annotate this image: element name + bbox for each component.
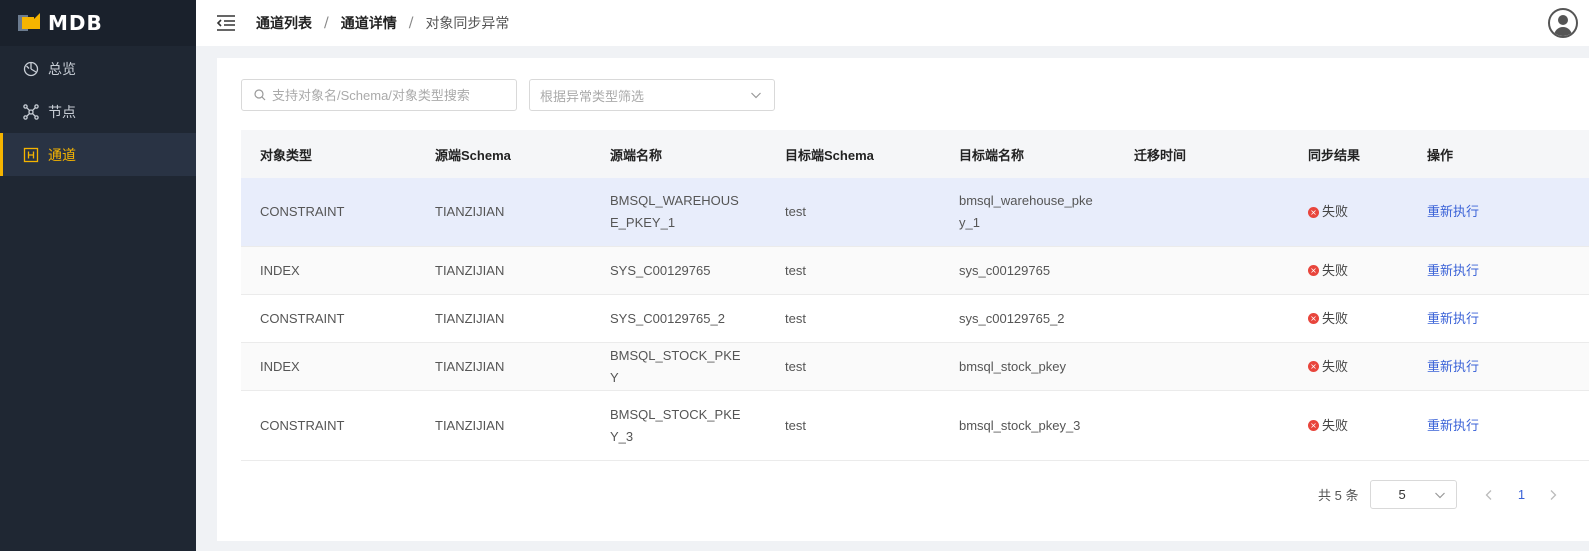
cell-source-schema: TIANZIJIAN — [435, 204, 505, 219]
channel-icon — [22, 146, 40, 164]
table-header: 对象类型 源端Schema 源端名称 目标端Schema 目标端名称 迁移时间 … — [241, 130, 1589, 178]
table-row[interactable]: CONSTRAINT TIANZIJIAN SYS_C00129765_2 te… — [241, 295, 1589, 343]
table-row[interactable]: CONSTRAINT TIANZIJIAN BMSQL_STOCK_PKEY_3… — [241, 391, 1589, 461]
cell-source-name: BMSQL_STOCK_PKEY_3 — [610, 406, 741, 444]
table-row[interactable]: INDEX TIANZIJIAN SYS_C00129765 test sys_… — [241, 247, 1589, 295]
sync-result-text: 失败 — [1322, 204, 1349, 219]
error-icon: × — [1308, 265, 1319, 276]
table-row[interactable]: INDEX TIANZIJIAN BMSQL_STOCK_PKEY test b… — [241, 343, 1589, 391]
breadcrumb-separator: / — [324, 15, 329, 31]
pagination: 共 5 条 5 1 — [1318, 480, 1563, 509]
cell-target-name: bmsql_warehouse_pkey_1 — [959, 193, 1093, 230]
cell-target-schema: test — [785, 262, 806, 278]
sync-exception-table: 对象类型 源端Schema 源端名称 目标端Schema 目标端名称 迁移时间 … — [241, 130, 1589, 461]
cell-target-schema: test — [785, 358, 806, 374]
sync-result-text: 失败 — [1322, 358, 1349, 374]
cell-source-name: BMSQL_WAREHOUSE_PKEY_1 — [610, 193, 739, 230]
column-header: 源端Schema — [435, 147, 511, 163]
cell-source-name: BMSQL_STOCK_PKEY — [610, 347, 741, 385]
chevron-down-icon — [750, 89, 762, 105]
cell-target-name: sys_c00129765 — [959, 262, 1051, 278]
sync-result-text: 失败 — [1322, 417, 1349, 433]
page-number[interactable]: 1 — [1509, 487, 1533, 502]
cell-source-schema: TIANZIJIAN — [435, 417, 505, 433]
sidebar-item-label: 通道 — [48, 147, 76, 164]
column-header: 同步结果 — [1308, 147, 1361, 163]
breadcrumb-current: 对象同步异常 — [425, 16, 510, 32]
sidebar-item-channel[interactable]: 通道 — [0, 133, 196, 176]
cell-target-schema: test — [785, 204, 806, 219]
logo-text: MDB — [48, 11, 103, 35]
column-header: 目标端名称 — [959, 147, 1025, 163]
error-icon: × — [1308, 361, 1319, 372]
cell-target-schema: test — [785, 310, 806, 326]
cell-target-schema: test — [785, 417, 806, 433]
exception-type-select[interactable]: 根据异常类型筛选 — [529, 79, 775, 111]
cell-sync-result: × 失败 — [1289, 260, 1408, 282]
next-page-icon[interactable] — [1543, 489, 1563, 501]
cell-object-type: CONSTRAINT — [260, 204, 345, 219]
error-icon: × — [1308, 206, 1319, 218]
menu-fold-icon[interactable] — [216, 14, 236, 32]
cell-object-type: INDEX — [260, 262, 300, 278]
cell-source-name: SYS_C00129765_2 — [610, 310, 725, 326]
cell-object-type: CONSTRAINT — [260, 310, 345, 326]
cell-target-name: sys_c00129765_2 — [959, 310, 1065, 326]
sidebar: MDB 总览 节点 通道 — [0, 0, 196, 551]
cell-target-name: bmsql_stock_pkey_3 — [959, 417, 1081, 433]
search-box[interactable] — [241, 79, 517, 111]
error-icon: × — [1308, 313, 1319, 324]
column-header: 操作 — [1427, 147, 1454, 163]
sync-result-text: 失败 — [1322, 262, 1349, 278]
sidebar-item-overview[interactable]: 总览 — [0, 47, 196, 90]
cell-object-type: CONSTRAINT — [260, 417, 345, 433]
cell-object-type: INDEX — [260, 358, 300, 374]
retry-button[interactable]: 重新执行 — [1408, 356, 1589, 378]
cell-source-schema: TIANZIJIAN — [435, 262, 505, 278]
dashboard-icon — [22, 60, 40, 78]
cell-sync-result: × 失败 — [1289, 308, 1408, 330]
page-size-select[interactable]: 5 — [1370, 480, 1458, 509]
table-row[interactable]: CONSTRAINT TIANZIJIAN BMSQL_WAREHOUSE_PK… — [241, 178, 1589, 247]
cell-source-schema: TIANZIJIAN — [435, 310, 505, 326]
cell-sync-result: × 失败 — [1289, 415, 1408, 437]
sidebar-item-label: 总览 — [48, 61, 76, 78]
retry-button[interactable]: 重新执行 — [1408, 260, 1589, 282]
breadcrumb-channel-list[interactable]: 通道列表 — [256, 13, 312, 33]
retry-button[interactable]: 重新执行 — [1408, 415, 1589, 437]
chevron-down-icon — [1434, 489, 1446, 504]
column-header: 目标端Schema — [785, 147, 874, 163]
cell-sync-result: × 失败 — [1289, 201, 1408, 223]
error-icon: × — [1308, 420, 1319, 431]
content-card: 根据异常类型筛选 对象类型 源端Schema 源端名称 目标端Schema 目标… — [217, 58, 1589, 541]
top-header: 通道列表 / 通道详情 / 对象同步异常 — [196, 0, 1589, 46]
sidebar-item-label: 节点 — [48, 104, 76, 121]
logo-icon — [18, 13, 40, 33]
cell-source-schema: TIANZIJIAN — [435, 358, 505, 374]
sync-result-text: 失败 — [1322, 310, 1349, 326]
prev-page-icon[interactable] — [1479, 489, 1499, 501]
column-header: 迁移时间 — [1134, 147, 1187, 163]
nodes-icon — [22, 103, 40, 121]
search-icon — [254, 86, 266, 105]
retry-button[interactable]: 重新执行 — [1408, 308, 1589, 330]
page-size-value: 5 — [1398, 487, 1406, 502]
user-avatar[interactable] — [1548, 8, 1578, 38]
breadcrumb-separator: / — [408, 15, 414, 31]
sidebar-item-nodes[interactable]: 节点 — [0, 90, 196, 133]
total-count: 共 5 条 — [1318, 488, 1359, 503]
search-input[interactable] — [272, 87, 516, 103]
cell-target-name: bmsql_stock_pkey — [959, 358, 1066, 374]
logo[interactable]: MDB — [0, 0, 196, 46]
retry-button[interactable]: 重新执行 — [1408, 201, 1589, 223]
column-header: 对象类型 — [260, 147, 313, 163]
column-header: 源端名称 — [610, 147, 663, 163]
cell-sync-result: × 失败 — [1289, 356, 1408, 378]
breadcrumb-channel-detail[interactable]: 通道详情 — [341, 13, 397, 33]
cell-source-name: SYS_C00129765 — [610, 262, 711, 278]
exception-type-placeholder: 根据异常类型筛选 — [540, 89, 645, 105]
